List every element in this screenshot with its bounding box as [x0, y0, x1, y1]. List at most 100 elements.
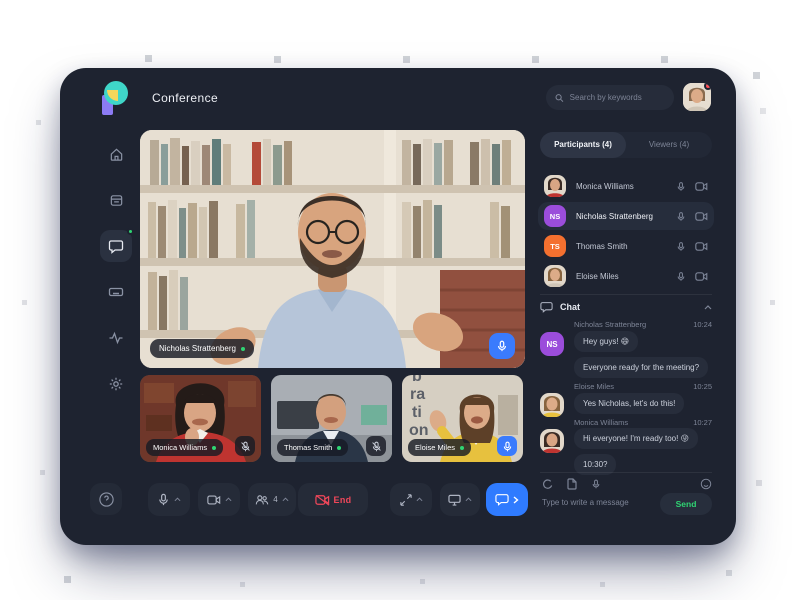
- chevron-up-icon[interactable]: [416, 497, 423, 502]
- mic-icon[interactable]: [676, 271, 686, 282]
- emoji-icon[interactable]: [700, 478, 712, 490]
- sidebar-item-keyboard[interactable]: [100, 276, 132, 308]
- chat-bubble: Hey guys! 😄: [574, 331, 638, 352]
- sidebar-item-chat[interactable]: [100, 230, 132, 262]
- quote-icon[interactable]: [542, 479, 553, 490]
- participant-avatar: [544, 265, 566, 287]
- chevron-up-icon[interactable]: [174, 497, 181, 502]
- keyboard-icon: [108, 284, 124, 300]
- mic-icon: [496, 340, 508, 352]
- online-dot: [212, 446, 216, 450]
- avatar-initials: NS: [550, 212, 560, 221]
- participant-name: Thomas Smith: [576, 242, 666, 251]
- participant-name: Monica Williams: [576, 182, 666, 191]
- search-icon: [555, 93, 564, 103]
- participants-button[interactable]: 4: [248, 483, 296, 516]
- monica-mic-muted-button[interactable]: [235, 436, 255, 456]
- mic-icon[interactable]: [676, 181, 686, 192]
- chat-header: Chat: [540, 301, 712, 313]
- avatar-initials: NS: [546, 340, 557, 349]
- sidebar-item-settings[interactable]: [100, 368, 132, 400]
- eloise-mic-button[interactable]: [497, 436, 517, 456]
- tile-name-pill: Thomas Smith: [277, 439, 348, 456]
- chat-toggle-button[interactable]: [486, 483, 528, 516]
- video-tile-thomas[interactable]: Thomas Smith: [271, 375, 392, 462]
- online-dot: [460, 446, 464, 450]
- divider: [540, 294, 712, 295]
- message-author: Eloise Miles: [574, 382, 614, 391]
- chat-avatar: NS: [540, 332, 564, 356]
- mic-toggle-button[interactable]: [148, 483, 190, 516]
- home-icon: [109, 147, 124, 162]
- message-author: Monica Williams: [574, 418, 628, 427]
- avatar-initials: TS: [550, 242, 560, 251]
- participant-name: Eloise Miles: [576, 272, 666, 281]
- page-title: Conference: [152, 91, 218, 105]
- screenshare-button[interactable]: [440, 483, 480, 516]
- sidebar: [92, 138, 126, 414]
- speckle: [420, 579, 425, 584]
- speckle: [661, 56, 668, 63]
- chat-icon: [108, 238, 124, 254]
- message-input[interactable]: [542, 498, 650, 507]
- send-button[interactable]: Send: [660, 493, 712, 515]
- camera-icon[interactable]: [695, 211, 708, 222]
- mic-icon[interactable]: [676, 241, 686, 252]
- camera-icon[interactable]: [695, 241, 708, 252]
- chat-title: Chat: [560, 302, 580, 312]
- main-video-tile[interactable]: Nicholas Strattenberg: [140, 130, 525, 368]
- chevron-up-icon[interactable]: [282, 497, 289, 502]
- camera-icon[interactable]: [695, 181, 708, 192]
- message-meta: Nicholas Strattenberg 10:24: [574, 320, 712, 329]
- tile-name-pill: Eloise Miles: [408, 439, 471, 456]
- camera-icon[interactable]: [695, 271, 708, 282]
- tab-viewers[interactable]: Viewers (4): [626, 132, 712, 158]
- video-tile-eloise[interactable]: b ra ti on Eloise Miles: [402, 375, 523, 462]
- sidebar-item-activity[interactable]: [100, 322, 132, 354]
- mic-off-icon: [240, 441, 251, 452]
- speckle: [726, 570, 732, 576]
- file-icon[interactable]: [567, 478, 577, 490]
- help-button[interactable]: [90, 483, 122, 515]
- speckle: [600, 582, 605, 587]
- participant-row[interactable]: Eloise Miles: [538, 262, 714, 290]
- mic-icon: [502, 441, 513, 452]
- participants-count: 4: [273, 495, 277, 504]
- speaker-mic-button[interactable]: [489, 333, 515, 359]
- participant-row[interactable]: NS Nicholas Strattenberg: [538, 202, 714, 230]
- speckle: [760, 108, 766, 114]
- tile-name: Monica Williams: [153, 443, 207, 452]
- tab-participants[interactable]: Participants (4): [540, 132, 626, 158]
- search-input[interactable]: [570, 93, 665, 102]
- voice-message-icon[interactable]: [591, 478, 601, 490]
- speaker-video: [140, 130, 525, 368]
- chevron-up-icon[interactable]: [225, 497, 232, 502]
- chevron-up-icon[interactable]: [704, 305, 712, 310]
- search-bar[interactable]: [546, 85, 674, 110]
- message-time: 10:25: [693, 382, 712, 391]
- online-dot: [337, 446, 341, 450]
- mic-icon[interactable]: [676, 211, 686, 222]
- speckle: [64, 576, 71, 583]
- chat-bubble: Everyone ready for the meeting?: [574, 357, 708, 378]
- end-call-button[interactable]: End: [298, 483, 368, 516]
- speaker-name-pill: Nicholas Strattenberg: [150, 339, 254, 358]
- thomas-mic-muted-button[interactable]: [366, 436, 386, 456]
- message-meta: Eloise Miles 10:25: [574, 382, 712, 391]
- chevron-up-icon[interactable]: [465, 497, 472, 502]
- camera-toggle-button[interactable]: [198, 483, 240, 516]
- sidebar-item-home[interactable]: [100, 138, 132, 170]
- participant-row[interactable]: TS Thomas Smith: [538, 232, 714, 260]
- monitor-icon: [448, 494, 461, 506]
- video-tile-monica[interactable]: Monica Williams: [140, 375, 261, 462]
- chat-avatar: [540, 393, 564, 417]
- sidebar-item-agenda[interactable]: [100, 184, 132, 216]
- speckle: [40, 470, 45, 475]
- speckle: [756, 480, 762, 486]
- fullscreen-button[interactable]: [390, 483, 432, 516]
- participant-avatar: TS: [544, 235, 566, 257]
- user-avatar[interactable]: [683, 83, 711, 111]
- participant-row[interactable]: Monica Williams: [538, 172, 714, 200]
- message-meta: Monica Williams 10:27: [574, 418, 712, 427]
- speckle: [532, 56, 539, 63]
